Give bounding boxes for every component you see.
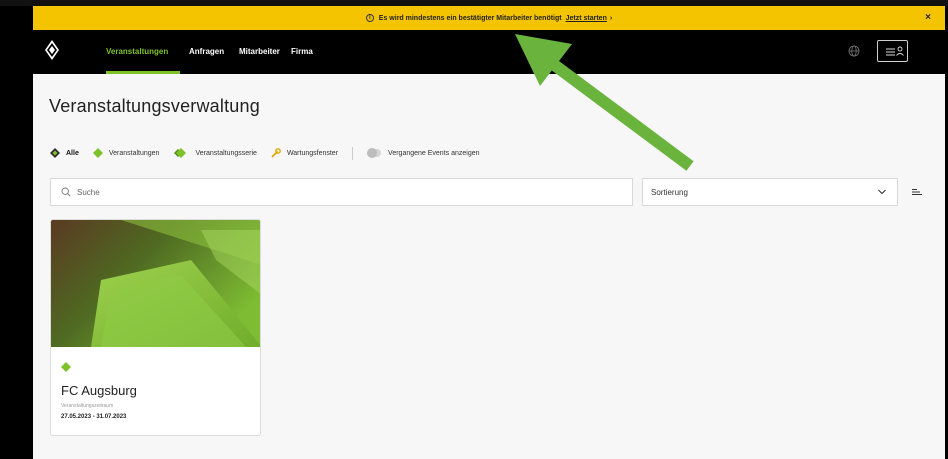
wrench-icon [271,148,281,158]
nav-item-firma[interactable]: Firma [291,47,313,56]
chevron-down-icon [878,189,886,195]
chevron-right-icon: › [609,14,613,22]
menu-user-icon [886,46,904,56]
close-icon[interactable]: × [925,12,931,23]
diamond-icon [92,148,103,158]
filter-divider [352,146,354,160]
event-title: FC Augsburg [61,383,137,398]
filter-bar: Alle Veranstaltungen Veranstaltungsserie… [50,146,494,160]
banner-start-link[interactable]: Jetzt starten [566,15,607,22]
event-card-image [51,220,260,347]
filter-label: Wartungsfenster [286,149,339,157]
filter-label: Veranstaltungen [108,149,160,157]
search-field[interactable] [50,178,633,206]
nav-item-veranstaltungen[interactable]: Veranstaltungen [106,47,168,56]
menu-button[interactable] [877,40,908,62]
notification-banner: i Es wird mindestens ein bestätigter Mit… [33,6,945,30]
filter-veranstaltungsserie[interactable]: Veranstaltungsserie [173,148,257,158]
past-events-toggle[interactable]: Vergangene Events anzeigen [367,148,480,158]
search-input[interactable] [77,187,577,197]
banner-message: Es wird mindestens ein bestätigter Mitar… [378,14,562,22]
filter-alle[interactable]: Alle [50,148,79,158]
top-navigation: Veranstaltungen Anfragen Mitarbeiter Fir… [33,30,945,74]
toggle-label: Vergangene Events anzeigen [388,149,480,157]
toggle-switch[interactable] [367,148,382,158]
globe-icon[interactable] [848,45,860,57]
filter-wartungsfenster[interactable]: Wartungsfenster [271,148,338,158]
stacked-diamond-icon [174,148,187,158]
filter-label: Alle [66,149,79,157]
search-icon [61,187,71,197]
nav-item-mitarbeiter[interactable]: Mitarbeiter [239,47,280,56]
main-content: Veranstaltungsverwaltung Alle Veranstalt… [33,74,945,459]
filter-label: Veranstaltungsserie [195,149,257,157]
sort-label: Sortierung [651,187,688,197]
sort-lines-icon [912,189,922,195]
page-title: Veranstaltungsverwaltung [49,96,260,116]
info-icon: i [365,14,374,22]
diamond-icon [50,148,60,158]
event-period-label: Veranstaltungszeitraum [61,403,114,409]
club-logo-icon[interactable] [45,40,59,60]
sort-dropdown[interactable]: Sortierung [642,178,898,206]
diamond-icon [61,362,71,372]
sort-order-button[interactable] [905,178,929,206]
event-card[interactable]: FC Augsburg Veranstaltungszeitraum 27.05… [50,219,261,436]
filter-veranstaltungen[interactable]: Veranstaltungen [92,148,160,158]
event-dates: 27.05.2023 - 31.07.2023 [61,414,127,420]
nav-item-anfragen[interactable]: Anfragen [189,47,224,56]
